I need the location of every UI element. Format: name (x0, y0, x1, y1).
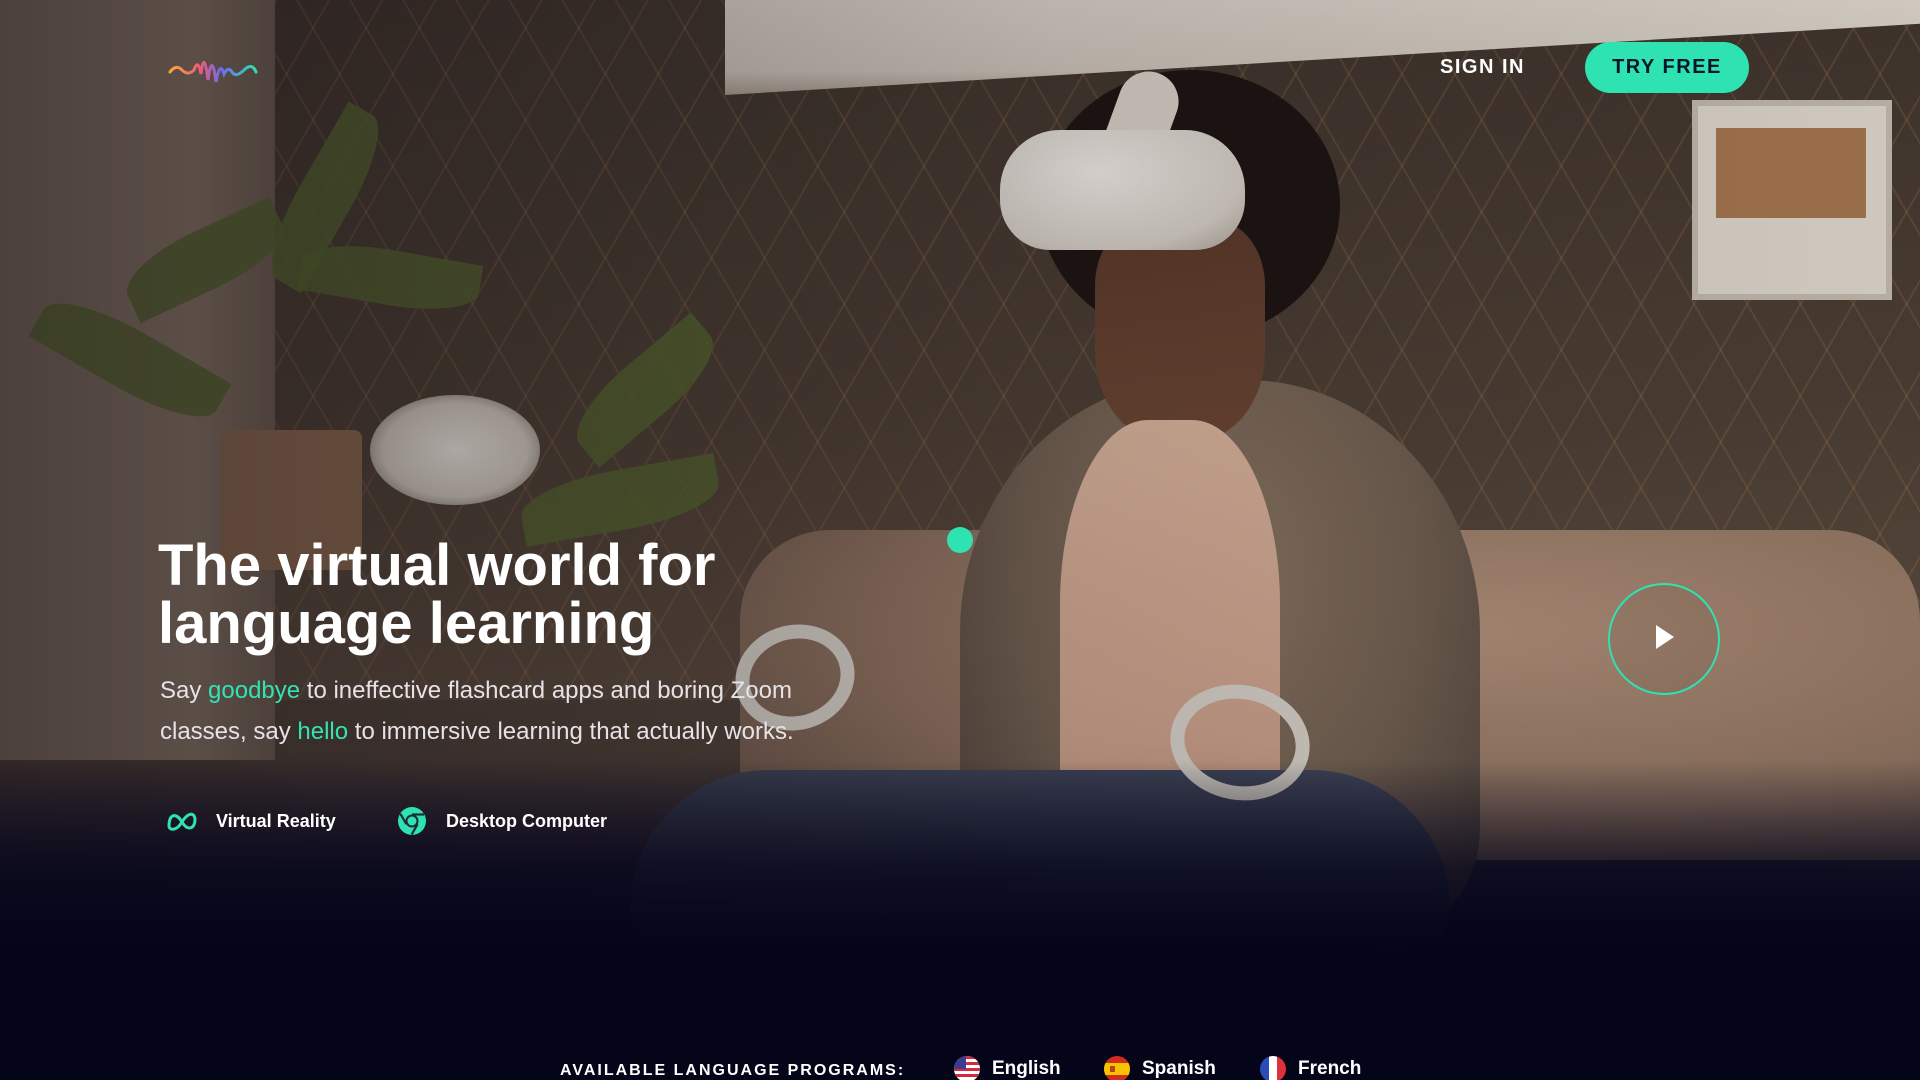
subline-highlight-hello: hello (297, 718, 349, 745)
logo-icon[interactable] (168, 44, 258, 90)
available-languages-label: AVAILABLE LANGUAGE PROGRAMS: (560, 1062, 906, 1079)
language-spanish[interactable]: Spanish (1104, 1056, 1216, 1080)
subline-text: to immersive learning that actually work… (348, 718, 794, 745)
play-icon (1650, 622, 1678, 656)
play-video-button[interactable] (1608, 583, 1720, 695)
chrome-icon (396, 805, 428, 837)
platform-label: Virtual Reality (216, 810, 336, 831)
try-free-button[interactable]: TRY FREE (1585, 42, 1749, 93)
language-french[interactable]: French (1260, 1056, 1361, 1080)
hero-subline: Say goodbye to ineffective flashcard app… (160, 670, 860, 752)
meta-icon (166, 805, 198, 837)
headline-line-1: The virtual world for (158, 533, 716, 598)
language-label: Spanish (1142, 1058, 1216, 1079)
hero-headline: The virtual world for language learning (158, 537, 858, 653)
hotspot-dot[interactable] (947, 527, 973, 553)
language-label: English (992, 1058, 1061, 1079)
subline-text: Say (160, 677, 209, 704)
hero-background-image (0, 0, 1920, 1000)
language-english[interactable]: English (954, 1056, 1061, 1080)
sign-in-button[interactable]: SIGN IN (1440, 50, 1525, 84)
subline-highlight-goodbye: goodbye (208, 677, 301, 704)
spain-flag-icon (1104, 1056, 1130, 1080)
platform-label: Desktop Computer (446, 810, 608, 831)
platform-desktop-computer: Desktop Computer (396, 804, 607, 838)
platform-virtual-reality: Virtual Reality (166, 804, 336, 838)
headline-line-2: language learning (158, 591, 655, 656)
language-label: French (1298, 1058, 1362, 1079)
france-flag-icon (1260, 1056, 1286, 1080)
us-flag-icon (954, 1056, 980, 1080)
